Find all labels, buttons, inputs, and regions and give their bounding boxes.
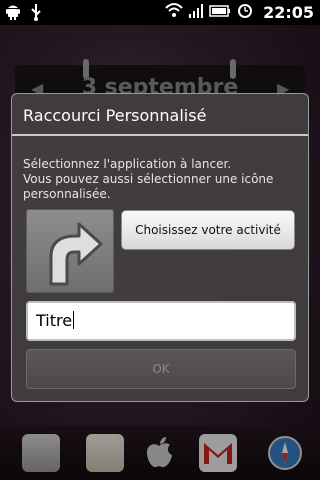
- custom-shortcut-dialog: Raccourci Personnalisé Sélectionnez l'ap…: [11, 93, 309, 402]
- status-bar: 22:05: [0, 0, 320, 25]
- dialog-message-line: Sélectionnez l'application à lancer.: [23, 157, 232, 171]
- text-caret: [73, 311, 75, 329]
- dialog-title-divider: [12, 134, 308, 136]
- dialog-message: Sélectionnez l'application à lancer. Vou…: [23, 157, 303, 202]
- dialog-message-line: Vous pouvez aussi sélectionner une icône: [23, 172, 274, 186]
- dialog-title: Raccourci Personnalisé: [23, 106, 207, 125]
- status-clock: 22:05: [263, 2, 314, 22]
- usb-icon: [30, 3, 42, 25]
- wifi-icon: [165, 2, 183, 22]
- choose-activity-button[interactable]: Choisissez votre activité: [121, 210, 295, 250]
- battery-icon: [209, 3, 231, 22]
- signal-icon: [189, 2, 204, 22]
- ok-button[interactable]: OK: [26, 349, 296, 389]
- choose-icon-button[interactable]: [26, 209, 114, 293]
- dialog-message-line: personnalisée.: [23, 187, 111, 201]
- shortcut-title-field[interactable]: Titre: [26, 301, 296, 341]
- title-field-text: Titre: [36, 311, 73, 330]
- share-arrow-icon: [37, 216, 105, 292]
- android-icon: [6, 4, 20, 24]
- alarm-icon: [237, 2, 253, 22]
